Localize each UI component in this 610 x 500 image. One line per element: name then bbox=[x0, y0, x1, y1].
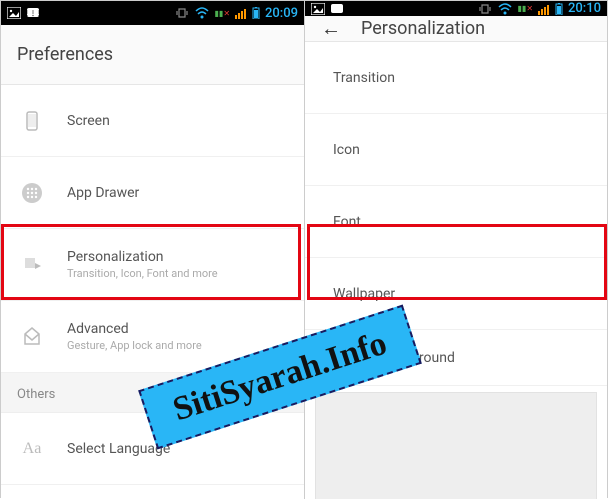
item-label: Personalization bbox=[67, 249, 218, 265]
personalization-list: Transition Icon Font Wallpaper Drawer Ba… bbox=[305, 42, 607, 499]
bbm-icon: ⋮⋮⋮ bbox=[26, 7, 40, 19]
page-title: Preferences bbox=[17, 44, 113, 65]
battery-icon bbox=[252, 7, 260, 19]
screen-personalization: ▮▮✕ 20:10 ← Personalization Transition I… bbox=[304, 1, 607, 499]
language-icon: Aa bbox=[19, 436, 45, 462]
app-bar: Preferences bbox=[1, 25, 304, 85]
item-label: Drawer Background bbox=[333, 350, 455, 366]
picture-icon bbox=[7, 7, 21, 19]
item-label: Select Language bbox=[67, 441, 170, 457]
picture-icon bbox=[311, 3, 325, 15]
network-icon: ▮▮✕ bbox=[518, 4, 534, 13]
signal-icon bbox=[235, 7, 247, 19]
network-icon: ▮▮✕ bbox=[215, 9, 231, 18]
battery-icon bbox=[555, 3, 563, 15]
list-item-personalization[interactable]: Personalization Transition, Icon, Font a… bbox=[1, 229, 304, 301]
status-bar: ⋮⋮⋮ ▮▮✕ 20:09 bbox=[1, 1, 304, 25]
page-title: Personalization bbox=[361, 18, 485, 39]
item-label: App Drawer bbox=[67, 185, 139, 201]
list-item-wallpaper[interactable]: Wallpaper bbox=[305, 258, 607, 330]
list-item-advanced[interactable]: Advanced Gesture, App lock and more bbox=[1, 301, 304, 373]
screen-preferences: ⋮⋮⋮ ▮▮✕ 20:09 Preferences Screen App Dra… bbox=[1, 1, 304, 499]
svg-text:⋮⋮⋮: ⋮⋮⋮ bbox=[26, 10, 40, 17]
preferences-list: Screen App Drawer Personalization Transi… bbox=[1, 85, 304, 499]
vibrate-icon bbox=[175, 7, 189, 19]
bbm-icon bbox=[330, 3, 344, 15]
personalization-icon bbox=[19, 252, 45, 278]
advanced-icon bbox=[19, 324, 45, 350]
list-item-icon[interactable]: Icon bbox=[305, 114, 607, 186]
frame: ⋮⋮⋮ ▮▮✕ 20:09 Preferences Screen App Dra… bbox=[0, 0, 608, 498]
item-sublabel: Transition, Icon, Font and more bbox=[67, 267, 218, 280]
list-item-drawer-background[interactable]: Drawer Background bbox=[305, 330, 607, 386]
section-others: Others bbox=[1, 373, 304, 413]
item-label: Font bbox=[333, 214, 361, 230]
vibrate-icon bbox=[478, 3, 492, 15]
app-bar: ← Personalization bbox=[305, 16, 607, 42]
clock-text: 20:09 bbox=[265, 6, 298, 21]
status-bar: ▮▮✕ 20:10 bbox=[305, 1, 607, 16]
app-drawer-icon bbox=[19, 180, 45, 206]
list-item-font[interactable]: Font bbox=[305, 186, 607, 258]
clock-text: 20:10 bbox=[568, 1, 601, 16]
wifi-icon bbox=[497, 3, 513, 15]
item-label: Advanced bbox=[67, 321, 202, 337]
preview-area bbox=[315, 392, 597, 499]
list-item-app-drawer[interactable]: App Drawer bbox=[1, 157, 304, 229]
list-item-screen[interactable]: Screen bbox=[1, 85, 304, 157]
item-label: Wallpaper bbox=[333, 286, 395, 302]
wifi-icon bbox=[194, 7, 210, 19]
list-item-transition[interactable]: Transition bbox=[305, 42, 607, 114]
item-sublabel: Gesture, App lock and more bbox=[67, 339, 202, 352]
screen-icon bbox=[19, 108, 45, 134]
item-label: Screen bbox=[67, 113, 110, 129]
item-label: Icon bbox=[333, 142, 360, 158]
list-item-select-language[interactable]: Aa Select Language bbox=[1, 413, 304, 485]
back-button[interactable]: ← bbox=[321, 16, 341, 41]
item-label: Transition bbox=[333, 70, 395, 86]
signal-icon bbox=[538, 3, 550, 15]
